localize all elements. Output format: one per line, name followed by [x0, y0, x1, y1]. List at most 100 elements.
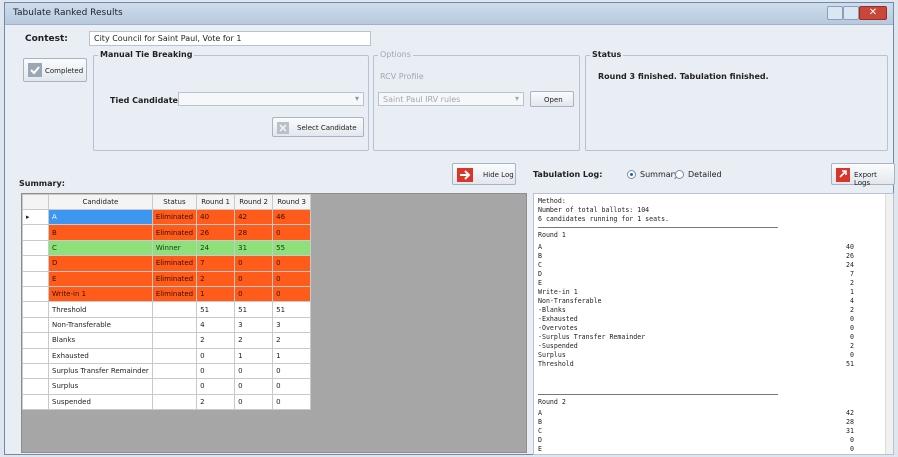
column-header[interactable]: Status [151, 194, 198, 210]
minimize-button[interactable] [827, 6, 843, 20]
status-cell[interactable]: Eliminated [151, 270, 198, 287]
round-cell[interactable]: 0 [196, 378, 236, 395]
round-cell[interactable]: 3 [272, 316, 312, 334]
round-cell[interactable]: 51 [272, 301, 312, 318]
round-cell[interactable]: 2 [196, 332, 236, 349]
round-cell[interactable]: 2 [272, 332, 312, 349]
round-cell[interactable]: 3 [234, 316, 274, 334]
round-cell[interactable]: 2 [196, 393, 236, 411]
round-cell[interactable]: 1 [196, 285, 236, 303]
candidate-cell[interactable]: D [48, 255, 153, 272]
maximize-button[interactable] [843, 6, 859, 20]
round-cell[interactable]: 7 [196, 255, 236, 272]
round-cell[interactable]: 0 [272, 378, 312, 395]
rcv-profile-select[interactable]: Saint Paul IRV rules ▾ [378, 92, 524, 106]
status-cell[interactable] [151, 393, 198, 411]
status-cell[interactable] [151, 301, 198, 318]
candidate-cell[interactable]: B [48, 224, 153, 241]
candidate-cell[interactable]: A [48, 208, 153, 226]
status-cell[interactable]: Eliminated [151, 224, 198, 241]
round-cell[interactable]: 2 [196, 270, 236, 287]
status-cell[interactable]: Winner [151, 239, 198, 257]
round-cell[interactable]: 0 [272, 285, 312, 303]
round-cell[interactable]: 0 [234, 270, 274, 287]
round-cell[interactable]: 0 [234, 285, 274, 303]
log-line: Write-in 1 [538, 288, 578, 296]
round-cell[interactable]: 55 [272, 239, 312, 257]
round-cell[interactable]: 40 [196, 208, 236, 226]
round-cell[interactable]: 24 [196, 239, 236, 257]
candidate-cell[interactable]: C [48, 239, 153, 257]
round-cell[interactable]: 0 [272, 270, 312, 287]
round-cell[interactable]: 0 [234, 362, 274, 380]
table-row[interactable]: ▸ A Eliminated 40 42 46 [22, 208, 312, 226]
candidate-cell[interactable]: Write-in 1 [48, 285, 153, 303]
candidate-cell[interactable]: Blanks [48, 332, 153, 349]
column-header[interactable]: Candidate [48, 194, 153, 210]
round-cell[interactable]: 0 [272, 393, 312, 411]
column-header[interactable]: Round 3 [272, 194, 312, 210]
round-cell[interactable]: 0 [234, 255, 274, 272]
candidate-cell[interactable]: Exhausted [48, 347, 153, 364]
select-candidate-button[interactable]: Select Candidate [272, 117, 364, 137]
tabulation-log-box[interactable]: Method: Number of total ballots: 104 6 c… [533, 193, 894, 455]
round-cell[interactable]: 26 [196, 224, 236, 241]
candidate-cell[interactable]: Threshold [48, 301, 153, 318]
table-row[interactable]: Blanks 2 2 2 [22, 332, 312, 349]
round-cell[interactable]: 31 [234, 239, 274, 257]
contest-field[interactable]: City Council for Saint Paul, Vote for 1 [89, 31, 371, 46]
candidate-cell[interactable]: Suspended [48, 393, 153, 411]
column-header[interactable]: Round 2 [234, 194, 274, 210]
candidate-cell[interactable]: Surplus Transfer Remainder [48, 362, 153, 380]
candidate-cell[interactable]: Non-Transferable [48, 316, 153, 334]
export-logs-button[interactable]: Export Logs [831, 163, 895, 187]
round-cell[interactable]: 1 [272, 347, 312, 364]
status-cell[interactable] [151, 332, 198, 349]
status-cell[interactable]: Eliminated [151, 255, 198, 272]
table-row[interactable]: Surplus 0 0 0 [22, 378, 312, 395]
detailed-radio[interactable] [675, 170, 684, 179]
round-cell[interactable]: 0 [196, 347, 236, 364]
round-cell[interactable]: 51 [196, 301, 236, 318]
status-cell[interactable] [151, 362, 198, 380]
status-cell[interactable]: Eliminated [151, 285, 198, 303]
table-row[interactable]: B Eliminated 26 28 0 [22, 224, 312, 241]
close-button[interactable]: ✕ [859, 6, 887, 20]
table-row[interactable]: Exhausted 0 1 1 [22, 347, 312, 364]
round-cell[interactable]: 0 [272, 255, 312, 272]
tied-candidates-select[interactable]: ▾ [178, 92, 364, 106]
round-cell[interactable]: 42 [234, 208, 274, 226]
round-cell[interactable]: 1 [234, 347, 274, 364]
round-cell[interactable]: 0 [196, 362, 236, 380]
open-button[interactable]: Open [530, 91, 574, 107]
status-cell[interactable]: Eliminated [151, 208, 198, 226]
table-row[interactable]: E Eliminated 2 0 0 [22, 270, 312, 287]
column-header[interactable]: Round 1 [196, 194, 236, 210]
round-cell[interactable]: 0 [234, 393, 274, 411]
round-cell[interactable]: 28 [234, 224, 274, 241]
round-cell[interactable]: 51 [234, 301, 274, 318]
table-row[interactable]: Threshold 51 51 51 [22, 301, 312, 318]
round-cell[interactable]: 0 [272, 362, 312, 380]
round-cell[interactable]: 46 [272, 208, 312, 226]
table-row[interactable]: Surplus Transfer Remainder 0 0 0 [22, 362, 312, 380]
log-scrollbar[interactable] [885, 194, 893, 454]
table-row[interactable]: Non-Transferable 4 3 3 [22, 316, 312, 334]
table-row[interactable]: Suspended 2 0 0 [22, 393, 312, 411]
round-cell[interactable]: 2 [234, 332, 274, 349]
log-value: 24 [846, 261, 854, 269]
table-row[interactable]: D Eliminated 7 0 0 [22, 255, 312, 272]
table-row[interactable]: C Winner 24 31 55 [22, 239, 312, 257]
status-cell[interactable] [151, 347, 198, 364]
candidate-cell[interactable]: Surplus [48, 378, 153, 395]
summary-radio[interactable] [627, 170, 636, 179]
round-cell[interactable]: 4 [196, 316, 236, 334]
completed-button[interactable]: Completed [23, 58, 87, 82]
round-cell[interactable]: 0 [272, 224, 312, 241]
candidate-cell[interactable]: E [48, 270, 153, 287]
status-cell[interactable] [151, 316, 198, 334]
hide-log-button[interactable]: Hide Log [452, 163, 516, 185]
table-row[interactable]: Write-in 1 Eliminated 1 0 0 [22, 285, 312, 303]
status-cell[interactable] [151, 378, 198, 395]
round-cell[interactable]: 0 [234, 378, 274, 395]
